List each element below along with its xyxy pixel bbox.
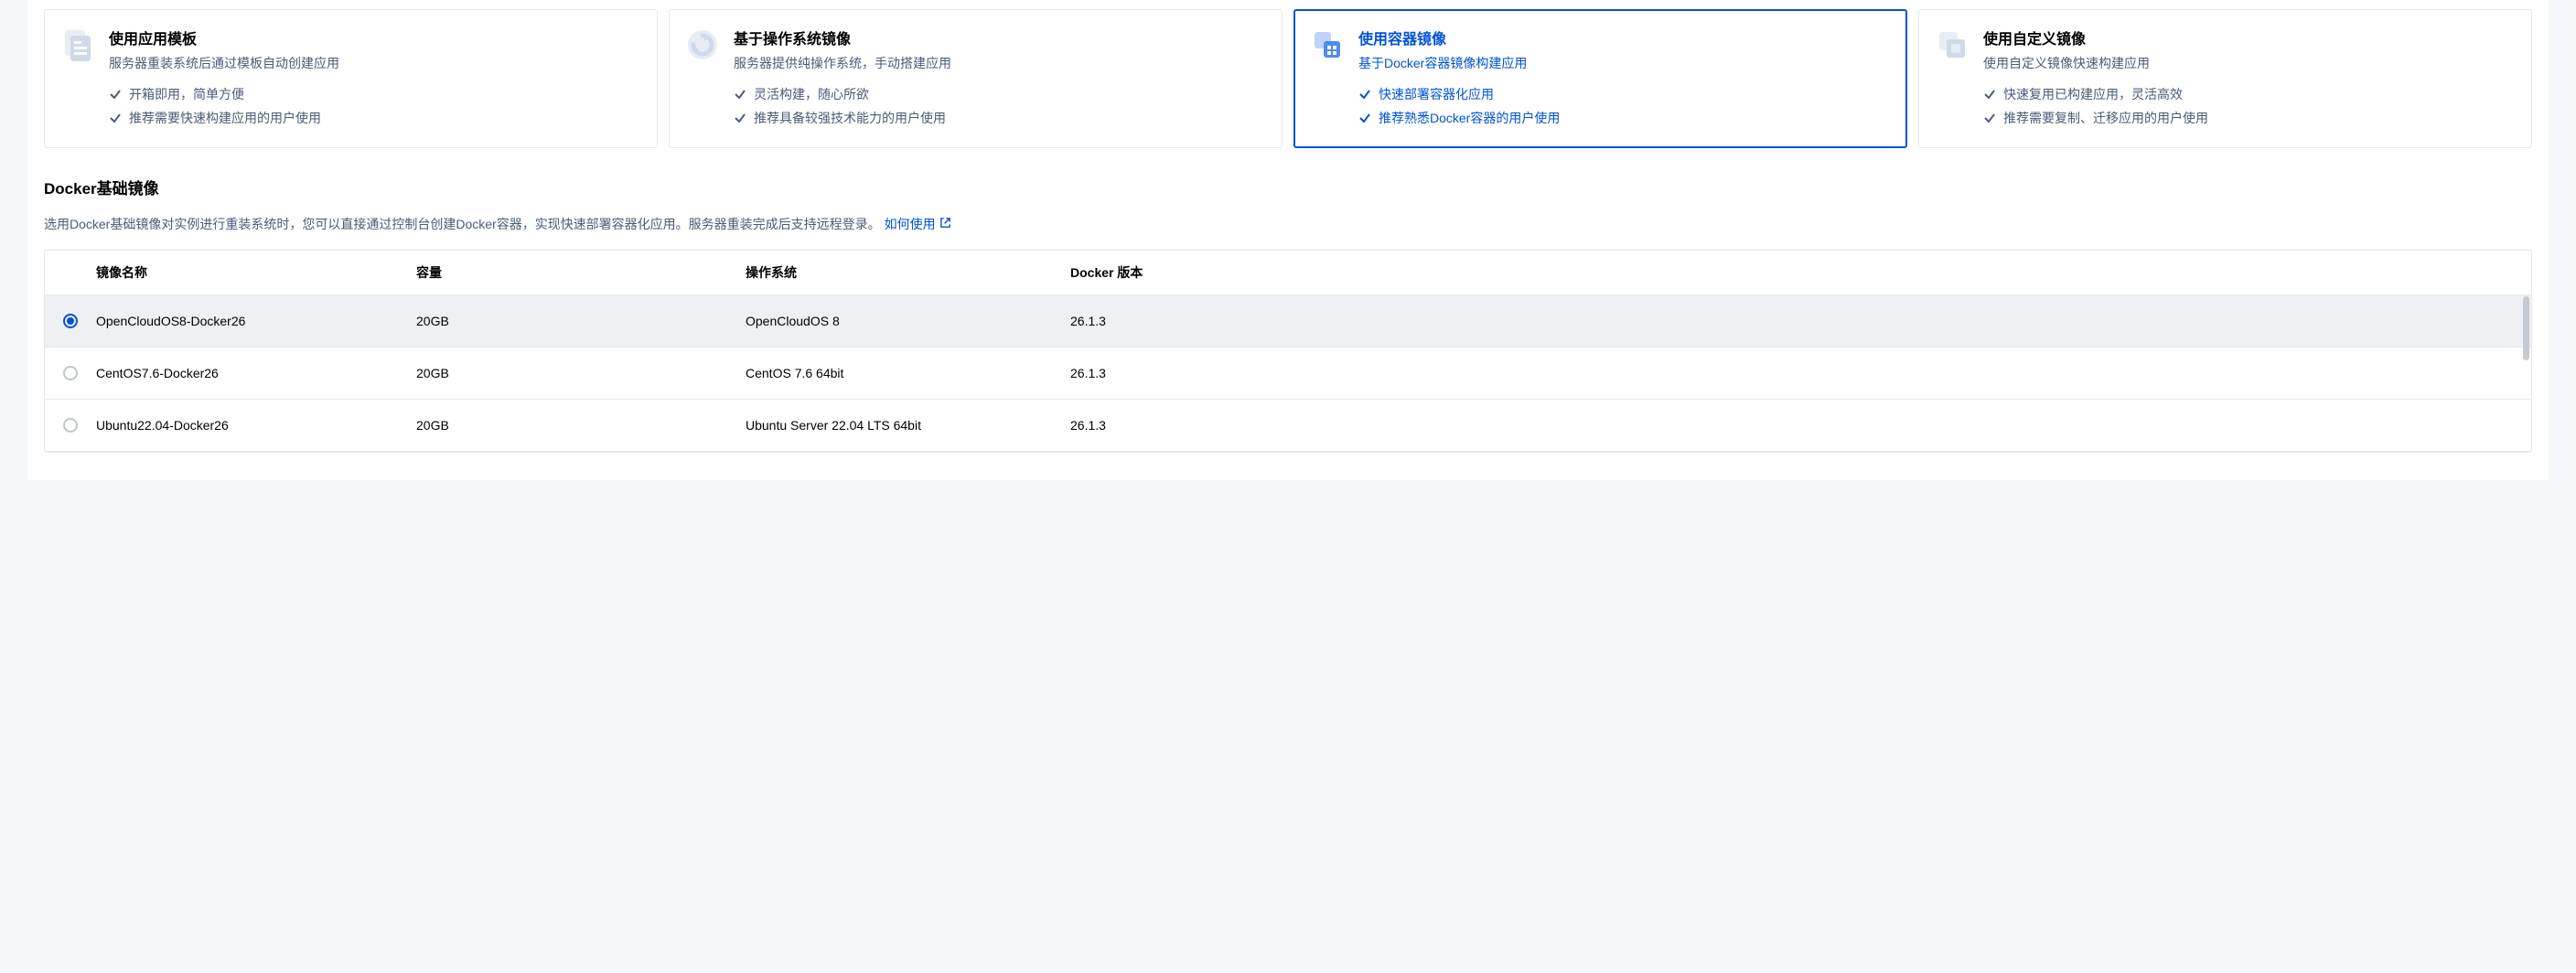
option-sub: 服务器提供纯操作系统，手动搭建应用: [734, 54, 1267, 72]
main-panel: 使用应用模板 服务器重装系统后通过模板自动创建应用 开箱即用，简单方便 推荐需要…: [27, 0, 2549, 480]
option-sub: 使用自定义镜像快速构建应用: [1983, 54, 2517, 72]
cell-version: 26.1.3: [1070, 314, 2513, 328]
cell-os: OpenCloudOS 8: [746, 314, 1070, 328]
template-icon: [59, 27, 96, 63]
feature-item: 推荐具备较强技术能力的用户使用: [734, 109, 1267, 127]
option-os-image[interactable]: 基于操作系统镜像 服务器提供纯操作系统，手动搭建应用 灵活构建，随心所欲 推荐具…: [669, 9, 1283, 148]
desc-text: 选用Docker基础镜像对实例进行重装系统时，您可以直接通过控制台创建Docke…: [44, 217, 881, 231]
scrollbar-thumb[interactable]: [2523, 296, 2529, 360]
external-link-icon: [939, 217, 951, 231]
feature-item: 推荐需要快速构建应用的用户使用: [109, 109, 642, 127]
table-row[interactable]: OpenCloudOS8-Docker26 20GB OpenCloudOS 8…: [45, 295, 2531, 348]
feature-item: 推荐熟悉Docker容器的用户使用: [1358, 109, 1892, 127]
option-app-template[interactable]: 使用应用模板 服务器重装系统后通过模板自动创建应用 开箱即用，简单方便 推荐需要…: [44, 9, 658, 148]
custom-icon: [1934, 27, 1970, 63]
check-icon: [1983, 112, 1996, 124]
cell-version: 26.1.3: [1070, 366, 2513, 380]
feature-text: 推荐熟悉Docker容器的用户使用: [1379, 109, 1560, 127]
feature-text: 灵活构建，随心所欲: [754, 85, 869, 103]
check-icon: [734, 88, 746, 101]
cell-name: CentOS7.6-Docker26: [96, 366, 416, 380]
option-body: 使用自定义镜像 使用自定义镜像快速构建应用 快速复用已构建应用，灵活高效 推荐需…: [1983, 27, 2517, 133]
feature-item: 开箱即用，简单方便: [109, 85, 642, 103]
radio-unselected[interactable]: [63, 418, 78, 433]
feature-item: 快速部署容器化应用: [1358, 85, 1892, 103]
header-os: 操作系统: [746, 263, 1070, 282]
cell-name: Ubuntu22.04-Docker26: [96, 418, 416, 433]
check-icon: [1358, 112, 1371, 124]
cell-os: CentOS 7.6 64bit: [746, 366, 1070, 380]
section-desc: 选用Docker基础镜像对实例进行重装系统时，您可以直接通过控制台创建Docke…: [44, 215, 2532, 233]
check-icon: [1983, 88, 1996, 101]
table-header: 镜像名称 容量 操作系统 Docker 版本: [45, 251, 2531, 295]
how-to-use-link[interactable]: 如何使用: [885, 215, 951, 233]
option-body: 基于操作系统镜像 服务器提供纯操作系统，手动搭建应用 灵活构建，随心所欲 推荐具…: [734, 27, 1267, 133]
header-name: 镜像名称: [96, 263, 416, 282]
cell-os: Ubuntu Server 22.04 LTS 64bit: [746, 418, 1070, 433]
check-icon: [734, 112, 746, 124]
container-icon: [1309, 27, 1346, 63]
feature-text: 推荐具备较强技术能力的用户使用: [754, 109, 946, 127]
option-container-image[interactable]: 使用容器镜像 基于Docker容器镜像构建应用 快速部署容器化应用 推荐熟悉Do…: [1293, 9, 1907, 148]
cell-capacity: 20GB: [416, 314, 746, 328]
feature-text: 推荐需要复制、迁移应用的用户使用: [2003, 109, 2208, 127]
option-body: 使用应用模板 服务器重装系统后通过模板自动创建应用 开箱即用，简单方便 推荐需要…: [109, 27, 642, 133]
option-title: 使用容器镜像: [1358, 27, 1892, 48]
image-options-row: 使用应用模板 服务器重装系统后通过模板自动创建应用 开箱即用，简单方便 推荐需要…: [44, 9, 2532, 148]
option-custom-image[interactable]: 使用自定义镜像 使用自定义镜像快速构建应用 快速复用已构建应用，灵活高效 推荐需…: [1918, 9, 2532, 148]
option-title: 使用应用模板: [109, 27, 642, 48]
option-sub: 服务器重装系统后通过模板自动创建应用: [109, 54, 642, 72]
cell-capacity: 20GB: [416, 366, 746, 380]
feature-text: 快速复用已构建应用，灵活高效: [2003, 85, 2183, 103]
table-row[interactable]: Ubuntu22.04-Docker26 20GB Ubuntu Server …: [45, 400, 2531, 452]
table-row[interactable]: CentOS7.6-Docker26 20GB CentOS 7.6 64bit…: [45, 348, 2531, 400]
option-title: 基于操作系统镜像: [734, 27, 1267, 48]
cell-name: OpenCloudOS8-Docker26: [96, 314, 416, 328]
check-icon: [1358, 88, 1371, 101]
radio-selected[interactable]: [63, 314, 78, 328]
link-text: 如何使用: [885, 215, 936, 233]
option-title: 使用自定义镜像: [1983, 27, 2517, 48]
header-docker-version: Docker 版本: [1070, 263, 2513, 282]
cell-capacity: 20GB: [416, 418, 746, 433]
feature-text: 开箱即用，简单方便: [129, 85, 244, 103]
check-icon: [109, 112, 122, 124]
os-icon: [684, 27, 721, 63]
feature-item: 灵活构建，随心所欲: [734, 85, 1267, 103]
feature-item: 快速复用已构建应用，灵活高效: [1983, 85, 2517, 103]
feature-text: 快速部署容器化应用: [1379, 85, 1494, 103]
cell-version: 26.1.3: [1070, 418, 2513, 433]
option-sub: 基于Docker容器镜像构建应用: [1358, 54, 1892, 72]
header-capacity: 容量: [416, 263, 746, 282]
feature-item: 推荐需要复制、迁移应用的用户使用: [1983, 109, 2517, 127]
feature-text: 推荐需要快速构建应用的用户使用: [129, 109, 321, 127]
docker-image-table: 镜像名称 容量 操作系统 Docker 版本 OpenCloudOS8-Dock…: [44, 250, 2532, 453]
section-title: Docker基础镜像: [44, 176, 2532, 198]
option-body: 使用容器镜像 基于Docker容器镜像构建应用 快速部署容器化应用 推荐熟悉Do…: [1358, 27, 1892, 133]
radio-unselected[interactable]: [63, 366, 78, 380]
check-icon: [109, 88, 122, 101]
